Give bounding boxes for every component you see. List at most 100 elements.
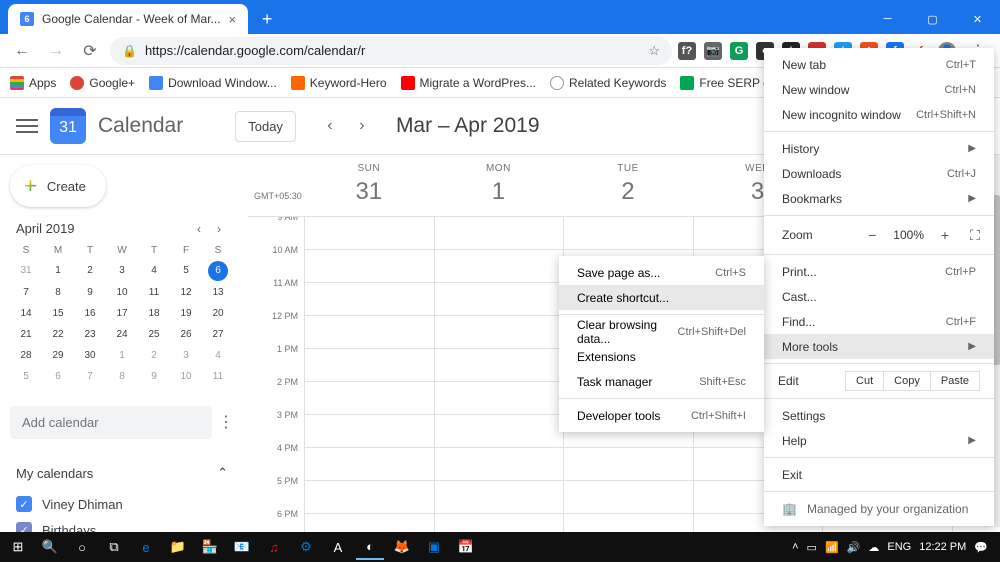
taskbar-app[interactable]: 📅 xyxy=(452,534,480,560)
mini-day[interactable]: 27 xyxy=(202,325,234,344)
mini-day[interactable]: 30 xyxy=(74,346,106,365)
bookmark-item[interactable]: Keyword-Hero xyxy=(291,76,387,90)
mini-day[interactable]: 25 xyxy=(138,325,170,344)
menu-history[interactable]: History▶ xyxy=(764,136,994,161)
mini-day[interactable]: 11 xyxy=(138,283,170,302)
mini-day[interactable]: 28 xyxy=(10,346,42,365)
taskview-icon[interactable]: ⧉ xyxy=(100,534,128,560)
mini-day[interactable]: 31 xyxy=(10,261,42,281)
add-calendar-input[interactable]: Add calendar xyxy=(10,406,212,439)
close-icon[interactable]: × xyxy=(229,12,237,27)
menu-exit[interactable]: Exit xyxy=(764,462,994,487)
mini-day[interactable]: 24 xyxy=(106,325,138,344)
bookmark-item[interactable]: Google+ xyxy=(70,76,135,90)
day-header[interactable]: SUN31 xyxy=(304,155,434,216)
clock[interactable]: 12:22 PM xyxy=(919,541,966,553)
mini-day[interactable]: 17 xyxy=(106,304,138,323)
mini-day[interactable]: 21 xyxy=(10,325,42,344)
today-button[interactable]: Today xyxy=(235,111,296,142)
mini-day[interactable]: 20 xyxy=(202,304,234,323)
taskbar-chrome[interactable]: ◐ xyxy=(356,534,384,560)
mini-day[interactable]: 9 xyxy=(138,367,170,386)
mini-day[interactable]: 13 xyxy=(202,283,234,302)
back-button[interactable]: ← xyxy=(8,37,36,65)
submenu-item[interactable]: Create shortcut... xyxy=(559,285,764,310)
minimize-button[interactable]: ─ xyxy=(865,4,910,34)
create-button[interactable]: + Create xyxy=(10,165,106,207)
day-column[interactable] xyxy=(304,217,434,532)
mini-day[interactable]: 29 xyxy=(42,346,74,365)
mini-day[interactable]: 3 xyxy=(106,261,138,281)
menu-item[interactable]: New windowCtrl+N xyxy=(764,77,994,102)
checkbox-icon[interactable]: ✓ xyxy=(16,522,32,532)
menu-downloads[interactable]: DownloadsCtrl+J xyxy=(764,161,994,186)
tray-up-icon[interactable]: ˄ xyxy=(792,541,798,553)
onedrive-icon[interactable]: ☁ xyxy=(868,541,879,554)
close-window-button[interactable]: ✕ xyxy=(955,4,1000,34)
mini-day[interactable]: 16 xyxy=(74,304,106,323)
mini-day[interactable]: 2 xyxy=(74,261,106,281)
cut-button[interactable]: Cut xyxy=(845,371,884,391)
day-column[interactable] xyxy=(434,217,564,532)
mini-day[interactable]: 7 xyxy=(10,283,42,302)
mini-day[interactable]: 26 xyxy=(170,325,202,344)
browser-tab[interactable]: 6 Google Calendar - Week of Mar... × xyxy=(8,4,248,34)
taskbar-app[interactable]: 🏪 xyxy=(196,534,224,560)
menu-settings[interactable]: Settings xyxy=(764,403,994,428)
menu-more-tools[interactable]: More tools▶ xyxy=(764,334,994,359)
mini-prev-button[interactable]: ‹ xyxy=(190,222,208,236)
mini-day[interactable]: 5 xyxy=(10,367,42,386)
taskbar-app[interactable]: 🦊 xyxy=(388,534,416,560)
taskbar-app[interactable]: ⚙ xyxy=(292,534,320,560)
mini-day[interactable]: 12 xyxy=(170,283,202,302)
prev-week-button[interactable]: ‹ xyxy=(316,112,344,140)
submenu-item[interactable]: Clear browsing data...Ctrl+Shift+Del xyxy=(559,319,764,344)
mini-day[interactable]: 7 xyxy=(74,367,106,386)
menu-find[interactable]: Find...Ctrl+F xyxy=(764,309,994,334)
mini-day[interactable]: 14 xyxy=(10,304,42,323)
notifications-icon[interactable]: 💬 xyxy=(974,541,988,554)
mini-day[interactable]: 9 xyxy=(74,283,106,302)
bookmark-item[interactable]: Related Keywords xyxy=(550,76,666,90)
calendar-item[interactable]: ✓Birthdays xyxy=(10,517,234,532)
mini-day[interactable]: 10 xyxy=(170,367,202,386)
sound-icon[interactable]: 🔊 xyxy=(847,541,861,554)
fullscreen-button[interactable]: ⛶ xyxy=(966,227,984,244)
paste-button[interactable]: Paste xyxy=(930,371,980,391)
star-icon[interactable]: ☆ xyxy=(648,43,660,59)
mini-day[interactable]: 8 xyxy=(106,367,138,386)
taskbar-app[interactable]: 📧 xyxy=(228,534,256,560)
forward-button[interactable]: → xyxy=(42,37,70,65)
start-button[interactable]: ⊞ xyxy=(4,534,32,560)
submenu-item[interactable]: Developer toolsCtrl+Shift+I xyxy=(559,403,764,428)
zoom-in-button[interactable]: + xyxy=(936,227,954,243)
calendar-item[interactable]: ✓Viney Dhiman xyxy=(10,491,234,517)
next-week-button[interactable]: › xyxy=(348,112,376,140)
menu-icon[interactable] xyxy=(16,119,38,133)
ext-icon[interactable]: G xyxy=(730,42,748,60)
mini-day[interactable]: 11 xyxy=(202,367,234,386)
bookmark-item[interactable]: Migrate a WordPres... xyxy=(401,76,536,90)
mini-day[interactable]: 4 xyxy=(138,261,170,281)
mini-day[interactable]: 6 xyxy=(208,261,228,281)
taskbar-app[interactable]: e xyxy=(132,534,160,560)
submenu-item[interactable]: Save page as...Ctrl+S xyxy=(559,260,764,285)
more-icon[interactable]: ⋮ xyxy=(218,415,234,431)
submenu-item[interactable]: Extensions xyxy=(559,344,764,369)
lang-indicator[interactable]: ENG xyxy=(887,541,911,553)
wifi-icon[interactable]: 📶 xyxy=(825,541,839,554)
mini-day[interactable]: 5 xyxy=(170,261,202,281)
mini-day[interactable]: 1 xyxy=(42,261,74,281)
mini-day[interactable]: 23 xyxy=(74,325,106,344)
mini-day[interactable]: 15 xyxy=(42,304,74,323)
copy-button[interactable]: Copy xyxy=(883,371,931,391)
day-header[interactable]: TUE2 xyxy=(563,155,693,216)
menu-item[interactable]: New tabCtrl+T xyxy=(764,52,994,77)
mini-day[interactable]: 6 xyxy=(42,367,74,386)
day-header[interactable]: MON1 xyxy=(434,155,564,216)
submenu-item[interactable]: Task managerShift+Esc xyxy=(559,369,764,394)
menu-cast[interactable]: Cast... xyxy=(764,284,994,309)
zoom-out-button[interactable]: − xyxy=(863,227,881,243)
mini-day[interactable]: 22 xyxy=(42,325,74,344)
menu-print[interactable]: Print...Ctrl+P xyxy=(764,259,994,284)
